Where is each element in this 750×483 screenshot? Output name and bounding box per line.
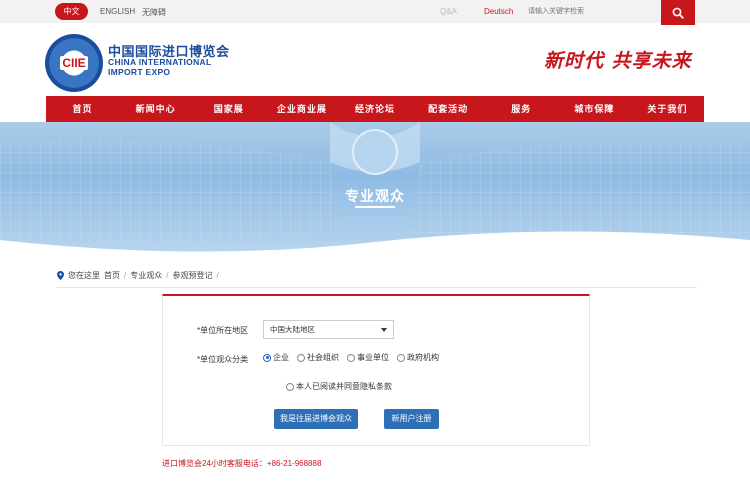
search-icon — [672, 7, 684, 19]
search-input[interactable] — [524, 3, 660, 20]
category-radio-government[interactable]: 政府机构 — [397, 352, 439, 363]
radio-icon — [297, 353, 305, 362]
radio-icon — [286, 382, 294, 391]
nav-item-city-support[interactable]: 城市保障 — [558, 96, 631, 122]
service-hotline: 进口博览会24小时客服电话：+86-21-968888 — [162, 459, 322, 468]
slogan: 新时代 共享未来 — [544, 50, 692, 72]
category-option-label: 事业单位 — [357, 353, 389, 362]
category-radio-public-institution[interactable]: 事业单位 — [347, 352, 389, 363]
breadcrumb-prefix: 您在这里 — [68, 271, 100, 280]
region-select[interactable]: 中国大陆地区 — [263, 320, 394, 339]
lang-deutsch-link[interactable]: Deutsch — [484, 7, 513, 16]
category-option-label: 企业 — [273, 353, 289, 362]
qa-link[interactable]: Q&A — [440, 7, 457, 16]
nav-item-services[interactable]: 服务 — [485, 96, 558, 122]
expo-name-en-line1: CHINA INTERNATIONAL — [108, 57, 212, 67]
search-button[interactable] — [661, 0, 695, 25]
lang-chinese-button[interactable]: 中文 — [55, 3, 88, 20]
radio-icon — [397, 353, 405, 362]
ciie-logo[interactable]: CIIE — [45, 34, 103, 92]
nav-item-events[interactable]: 配套活动 — [412, 96, 485, 122]
breadcrumb-pre-registration[interactable]: 参观预登记 — [172, 270, 212, 281]
nav-item-forum[interactable]: 经济论坛 — [338, 96, 411, 122]
top-bar: 中文 ENGLISH 无障碍 Q&A Deutsch — [0, 0, 750, 25]
privacy-agree-text: 本人已阅读并同意隐私条款 — [296, 382, 392, 391]
breadcrumb-home[interactable]: 首页 — [104, 270, 120, 281]
location-pin-icon — [57, 271, 64, 280]
nav-item-home[interactable]: 首页 — [46, 96, 119, 122]
logo-mark: CIIE — [60, 56, 88, 70]
category-option-label: 政府机构 — [407, 353, 439, 362]
category-radio-enterprise[interactable]: 企业 — [263, 352, 289, 363]
breadcrumb-separator: / — [124, 271, 127, 280]
breadcrumb-divider — [57, 287, 697, 288]
category-option-label: 社会组织 — [307, 353, 339, 362]
breadcrumb: 您在这里 首页 / 专业观众 / 参观预登记 / — [57, 270, 219, 281]
nav-item-about[interactable]: 关于我们 — [631, 96, 704, 122]
expo-name-en-line2: IMPORT EXPO — [108, 67, 171, 77]
returning-visitor-button[interactable]: 我是往届进博会观众 — [274, 409, 358, 429]
region-label-text: *单位所在地区 — [197, 326, 249, 335]
breadcrumb-separator: / — [216, 271, 219, 280]
breadcrumb-professional-visitors[interactable]: 专业观众 — [130, 270, 162, 281]
registration-form: *单位所在地区 中国大陆地区 *单位观众分类 企业 社会组织 事业单位 政府机构… — [162, 294, 590, 446]
nav-item-country-exhibition[interactable]: 国家展 — [192, 96, 265, 122]
new-user-register-button[interactable]: 新用户注册 — [384, 409, 439, 429]
privacy-agree-radio[interactable]: 本人已阅读并同意隐私条款 — [286, 381, 392, 392]
banner-title: 专业观众 — [345, 188, 405, 204]
lang-english-link[interactable]: ENGLISH — [100, 7, 135, 16]
category-label: *单位观众分类 — [197, 354, 248, 365]
nav-item-business-exhibition[interactable]: 企业商业展 — [265, 96, 338, 122]
main-nav: 首页 新闻中心 国家展 企业商业展 经济论坛 配套活动 服务 城市保障 关于我们 — [46, 96, 704, 122]
banner-title-underline — [355, 206, 395, 208]
radio-selected-icon — [263, 353, 271, 362]
radio-icon — [347, 353, 355, 362]
region-select-value: 中国大陆地区 — [270, 325, 315, 334]
category-radio-group: 企业 社会组织 事业单位 政府机构 — [263, 352, 439, 363]
region-label: *单位所在地区 — [197, 325, 248, 336]
nav-item-news[interactable]: 新闻中心 — [119, 96, 192, 122]
breadcrumb-separator: / — [166, 271, 169, 280]
category-radio-social-org[interactable]: 社会组织 — [297, 352, 339, 363]
chevron-down-icon — [381, 328, 387, 332]
category-label-text: *单位观众分类 — [197, 355, 249, 364]
accessibility-link[interactable]: 无障碍 — [142, 7, 166, 18]
page-banner: 专业观众 — [0, 122, 750, 257]
